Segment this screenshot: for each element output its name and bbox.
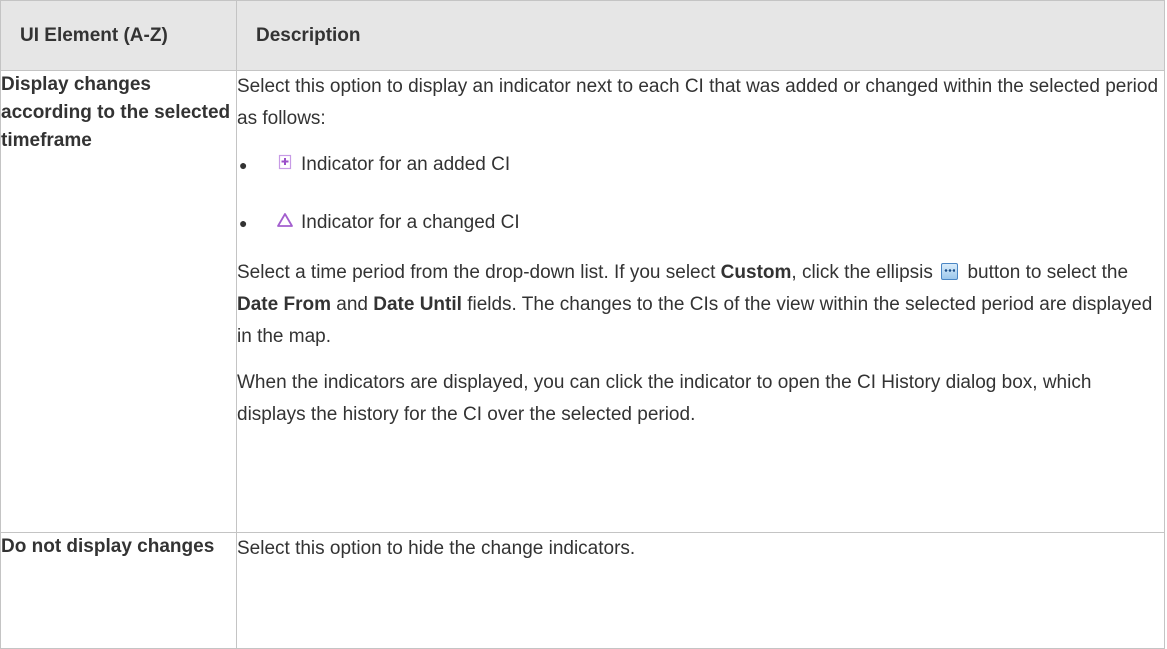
description-timeperiod: Select a time period from the drop-down …	[237, 257, 1164, 353]
indicator-changed-text: Indicator for a changed CI	[301, 212, 520, 233]
changed-ci-icon	[276, 211, 294, 229]
table-row: Do not display changes Select this optio…	[0, 532, 1165, 649]
header-ui-element-label: UI Element (A-Z)	[20, 24, 168, 46]
indicator-list: ● Indicator for an added CI ● Indicator …	[237, 149, 1164, 239]
text-span: and	[330, 294, 374, 315]
ui-element-name: Display changes according to the selecte…	[0, 70, 237, 533]
custom-keyword: Custom	[720, 262, 792, 283]
text-span: Select a time period from the drop-down …	[237, 262, 721, 283]
description-text: Select this option to hide the change in…	[237, 538, 636, 559]
ui-elements-table: UI Element (A-Z) Description Display cha…	[0, 0, 1165, 649]
bullet-icon: ●	[239, 215, 248, 231]
ellipsis-button-icon	[941, 263, 959, 280]
indicator-added-text: Indicator for an added CI	[301, 154, 511, 175]
description-history: When the indicators are displayed, you c…	[237, 372, 1092, 425]
description-cell: Select this option to hide the change in…	[236, 532, 1165, 649]
date-until-keyword: Date Until	[373, 294, 462, 315]
table-header-row: UI Element (A-Z) Description	[0, 0, 1165, 71]
ui-element-name: Do not display changes	[0, 532, 237, 649]
header-ui-element: UI Element (A-Z)	[0, 0, 237, 71]
list-item: ● Indicator for an added CI	[237, 149, 1164, 181]
list-item: ● Indicator for a changed CI	[237, 207, 1164, 239]
date-from-keyword: Date From	[237, 294, 331, 315]
description-intro: Select this option to display an indicat…	[237, 76, 1159, 129]
text-span: , click the ellipsis	[791, 262, 939, 283]
bullet-icon: ●	[239, 157, 248, 173]
description-cell: Select this option to display an indicat…	[236, 70, 1165, 533]
header-description: Description	[236, 0, 1165, 71]
header-description-label: Description	[256, 24, 361, 46]
table-row: Display changes according to the selecte…	[0, 70, 1165, 533]
text-span: button to select the	[962, 262, 1129, 283]
added-ci-icon	[276, 153, 294, 171]
